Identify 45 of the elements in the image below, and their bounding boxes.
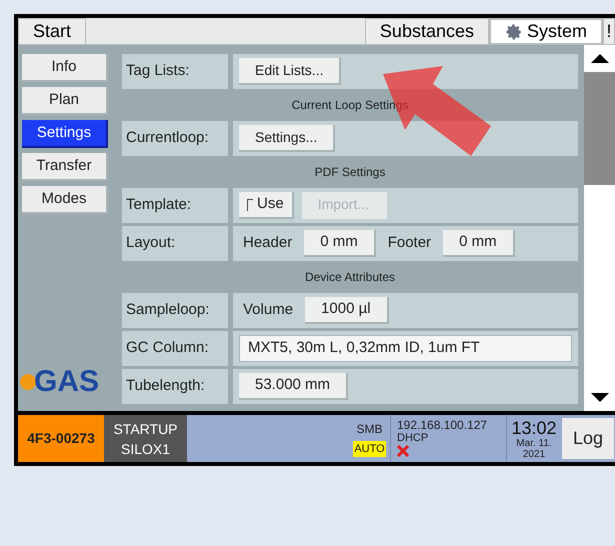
ip-address: 192.168.100.127 [397, 419, 488, 432]
top-tab[interactable]: Substances [364, 18, 489, 45]
top-tab[interactable]: System [488, 18, 603, 45]
checkbox-icon [247, 198, 253, 210]
logo-text: GAS [34, 367, 100, 398]
setting-label: Tubelength: [122, 369, 228, 404]
top-tab[interactable]: Start [18, 18, 86, 45]
setting-label: Tag Lists: [122, 54, 228, 89]
input-field[interactable]: MXT5, 30m L, 0,32mm ID, 1um FT [239, 335, 572, 362]
clock-date: 2021 [522, 448, 546, 460]
input-field[interactable]: 53.000 mm [239, 373, 348, 400]
setting-label: Currentloop: [122, 121, 228, 156]
input-field[interactable]: 0 mm [443, 230, 515, 257]
status-text: STARTUP [113, 420, 178, 439]
setting-label: Sampleloop: [122, 293, 228, 328]
nav-button[interactable]: Transfer [22, 153, 108, 181]
alert-indicator[interactable]: ! [603, 18, 615, 45]
dialog-button[interactable]: Settings... [239, 125, 336, 152]
log-button[interactable]: Log [562, 418, 614, 459]
checkbox-button[interactable]: Use [239, 192, 294, 219]
input-field[interactable]: 1000 µl [305, 297, 389, 324]
dialog-button[interactable]: Edit Lists... [239, 58, 342, 85]
checkbox-label: Use [257, 194, 284, 214]
device-id: 4F3-00273 [18, 415, 104, 462]
scrollbar[interactable] [584, 45, 615, 412]
status-text: SILOX1 [120, 440, 170, 459]
field-label: Footer [386, 233, 432, 254]
nav-button[interactable]: Modes [22, 186, 108, 214]
input-field[interactable]: 0 mm [304, 230, 376, 257]
section-title: Device Attributes [304, 269, 396, 286]
setting-label: Layout: [122, 226, 228, 261]
clock-date: Mar. 11. [516, 438, 552, 449]
setting-label: Template: [122, 188, 228, 223]
mode-badge: AUTO [353, 440, 386, 458]
dhcp-label: DHCP [397, 432, 430, 444]
setting-label: GC Column: [122, 331, 228, 366]
field-label: Header [242, 233, 294, 254]
nav-button[interactable]: Plan [22, 87, 108, 115]
nav-button[interactable]: Info [22, 54, 108, 82]
gear-icon [504, 22, 523, 40]
field-label: Volume [242, 300, 294, 320]
smb-label: SMB [356, 420, 382, 438]
nav-button[interactable]: Settings [22, 120, 108, 148]
clock-time: 13:02 [511, 418, 557, 438]
section-title: PDF Settings [314, 164, 386, 181]
